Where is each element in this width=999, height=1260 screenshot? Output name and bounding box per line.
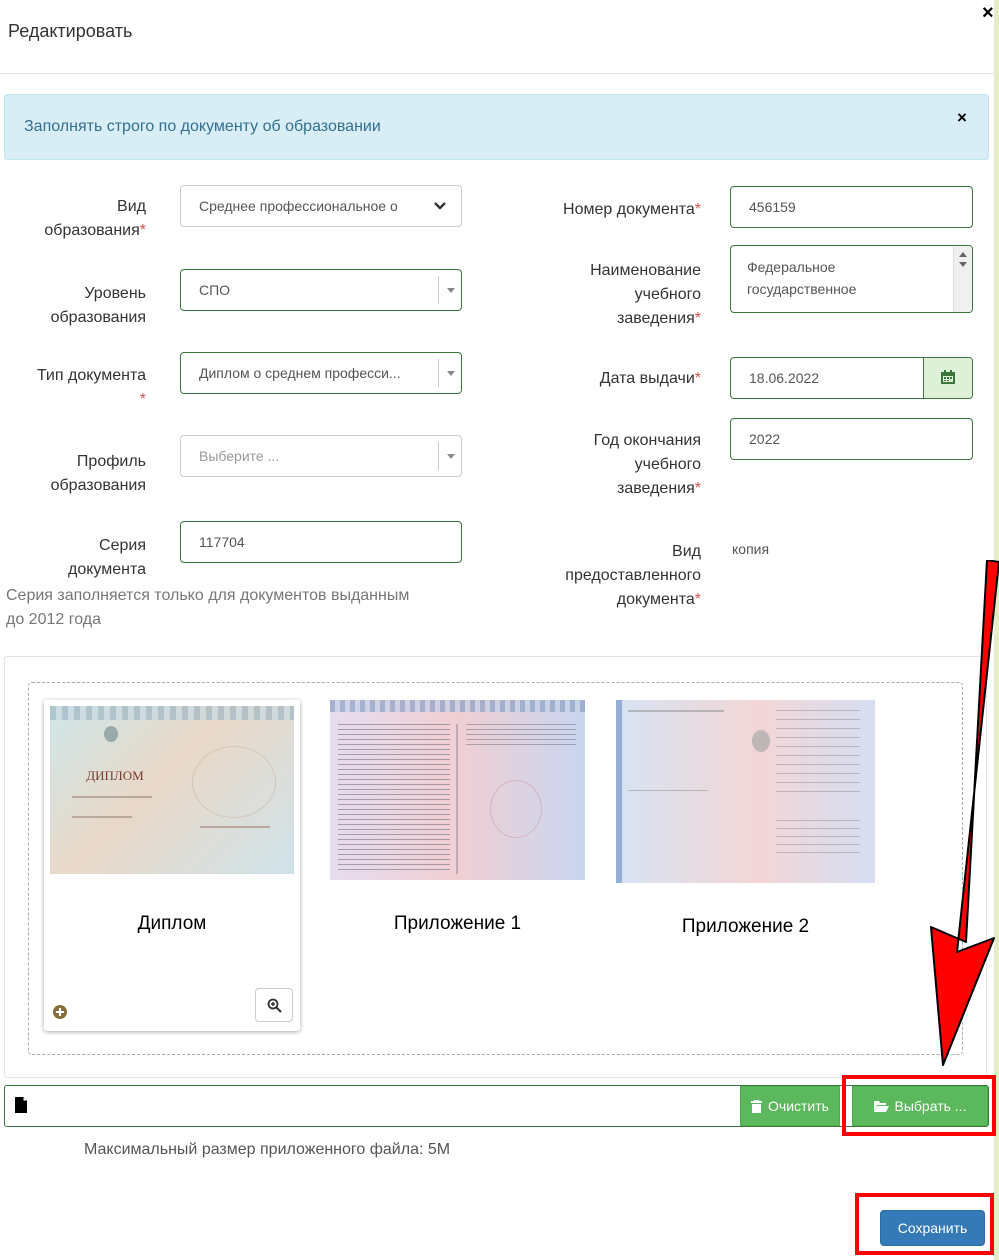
institution-textarea[interactable]: Федеральное государственное (730, 245, 973, 313)
doc-number-input[interactable]: 456159 (730, 186, 973, 228)
institution-label: Наименование учебного заведения* (590, 262, 701, 327)
edu-type-label: Вид образования* (44, 198, 146, 239)
header-divider (0, 73, 994, 74)
series-hint: Серия заполняется только для документов … (6, 587, 410, 628)
caption-appendix2: Приложение 2 (681, 916, 810, 937)
doc-number-label: Номер документа* (563, 201, 701, 218)
clear-button[interactable]: Очистить (740, 1086, 840, 1126)
chevron-down-icon (434, 202, 446, 210)
calendar-icon (941, 370, 955, 384)
doc-type-label: Тип документа * (36, 367, 146, 408)
max-size-note: Максимальный размер приложенного файла: … (84, 1141, 451, 1158)
caption-appendix1: Приложение 1 (393, 913, 522, 934)
series-input[interactable]: 117704 (180, 521, 462, 563)
arrow-annotation (930, 560, 999, 1066)
provided-type-value: копия (732, 541, 770, 557)
close-icon[interactable]: × (957, 108, 967, 128)
series-label: Серия документа (67, 537, 146, 578)
modal-title: Редактировать (8, 21, 133, 41)
chevron-down-icon (438, 442, 461, 470)
close-icon[interactable]: × (982, 2, 994, 25)
highlight-save-button (855, 1193, 994, 1255)
provided-type-label: Вид предоставленного документа* (565, 543, 701, 608)
issue-date-input[interactable]: 18.06.2022 (730, 357, 973, 399)
appendix2-thumbnail (616, 700, 875, 883)
grad-year-label: Год окончания учебного заведения* (593, 432, 701, 497)
zoom-in-icon (267, 998, 282, 1013)
alert-text: Заполнять строго по документу об образов… (24, 118, 381, 135)
profile-label: Профиль образования (50, 453, 146, 494)
textarea-scrollbar[interactable] (953, 246, 972, 312)
edu-level-label: Уровень образования (50, 285, 146, 326)
chevron-down-icon (438, 359, 461, 387)
issue-date-label: Дата выдачи* (599, 370, 701, 387)
caption-diploma: Диплом (137, 913, 207, 934)
highlight-choose-button (842, 1075, 996, 1136)
chevron-down-icon (438, 276, 461, 304)
file-icon (15, 1097, 27, 1113)
doc-type-select[interactable]: Диплом о среднем професси... (180, 352, 462, 394)
profile-select[interactable]: Выберите ... (180, 435, 462, 477)
diploma-thumbnail: ДИПЛОМ (50, 706, 294, 874)
zoom-button[interactable] (255, 988, 293, 1022)
grad-year-input[interactable]: 2022 (730, 418, 973, 460)
calendar-button[interactable] (923, 358, 972, 398)
appendix1-thumbnail (330, 700, 585, 880)
edu-type-select[interactable]: Среднее профессиональное о (180, 185, 462, 227)
trash-icon (751, 1099, 763, 1113)
plus-circle-icon[interactable] (53, 1005, 67, 1019)
edu-level-select[interactable]: СПО (180, 269, 462, 311)
